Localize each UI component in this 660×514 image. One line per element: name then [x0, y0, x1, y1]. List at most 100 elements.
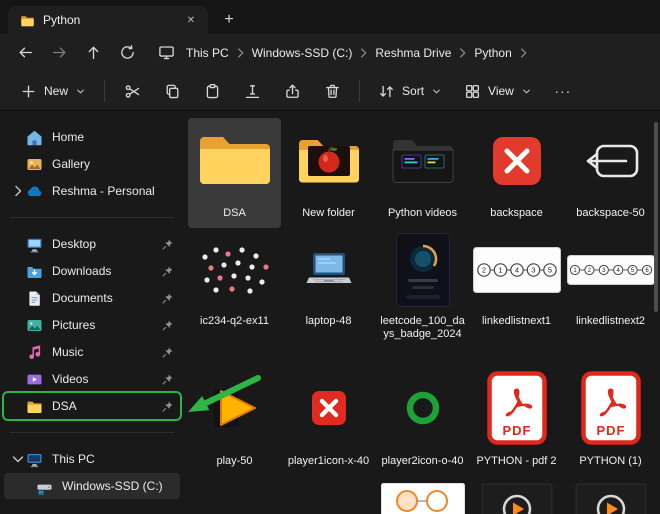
up-button[interactable] [76, 38, 110, 68]
sidebar-item-label: Desktop [52, 237, 161, 251]
chevron-right-icon[interactable] [234, 46, 247, 59]
file-label: backspace [490, 207, 543, 220]
paste-button[interactable] [193, 75, 231, 107]
sidebar-item-documents[interactable]: Documents [4, 285, 180, 311]
file-thumbnail-video-thumb [470, 478, 563, 514]
sidebar-item-desktop[interactable]: Desktop [4, 231, 180, 257]
new-button[interactable]: New [10, 75, 96, 107]
refresh-button[interactable] [110, 38, 144, 68]
file-item[interactable] [564, 478, 657, 514]
this-pc-icon [26, 451, 43, 468]
sidebar-item-pictures[interactable]: Pictures [4, 312, 180, 338]
pin-icon [161, 238, 174, 251]
file-item[interactable]: play-50 [188, 364, 281, 478]
downloads-icon [26, 263, 43, 280]
titlebar: Python ✕ + [0, 0, 660, 34]
cut-button[interactable] [113, 75, 151, 107]
file-item[interactable]: backspace-50 [564, 118, 657, 228]
new-tab-button[interactable]: + [216, 8, 242, 32]
file-item[interactable]: backspace [470, 118, 563, 228]
file-label: Python videos [388, 207, 457, 220]
file-thumbnail-video-thumb [564, 478, 657, 514]
chevron-slot [10, 129, 26, 145]
breadcrumb[interactable]: This PC Windows-SSD (C:) Reshma Drive Pytho… [150, 38, 652, 68]
file-thumbnail-linkedlist-1: 21435 [470, 228, 563, 312]
file-item[interactable]: 123456linkedlistnext2 [564, 228, 657, 364]
file-item[interactable]: DSA [188, 118, 281, 228]
sidebar-item-music[interactable]: Music [4, 339, 180, 365]
file-label: PYTHON (1) [579, 455, 641, 468]
sidebar-item-downloads[interactable]: Downloads [4, 258, 180, 284]
file-thumbnail-backspace-red [470, 118, 563, 204]
more-options-button[interactable]: ··· [544, 75, 582, 107]
plus-icon [20, 83, 37, 100]
share-button[interactable] [273, 75, 311, 107]
file-label: New folder [302, 207, 355, 220]
copy-icon [164, 83, 181, 100]
view-button[interactable]: View [454, 75, 542, 107]
copy-button[interactable] [153, 75, 191, 107]
delete-button[interactable] [313, 75, 351, 107]
scrollbar-thumb[interactable] [654, 122, 658, 312]
file-item[interactable]: New folder [282, 118, 375, 228]
breadcrumb-item[interactable]: This PC [181, 43, 234, 63]
back-icon [17, 44, 34, 61]
chevron-right-icon[interactable] [517, 46, 530, 59]
file-item[interactable]: PDFPYTHON (1) [564, 364, 657, 478]
sidebar-item-this-pc[interactable]: This PC [4, 446, 180, 472]
toolbar-divider [359, 80, 360, 102]
chevron-slot [10, 398, 26, 414]
file-label: backspace-50 [576, 207, 645, 220]
chevron-slot [20, 478, 36, 494]
sidebar-item-dsa[interactable]: DSA [4, 393, 180, 419]
tab-python[interactable]: Python ✕ [8, 6, 208, 34]
file-item[interactable]: player1icon-x-40 [282, 364, 375, 478]
sidebar-item-onedrive-personal[interactable]: Reshma - Personal [4, 178, 180, 204]
file-item[interactable]: 21435linkedlistnext1 [470, 228, 563, 364]
sidebar-item-label: This PC [52, 452, 174, 466]
pin-icon [161, 346, 174, 359]
breadcrumb-item[interactable]: Reshma Drive [370, 43, 456, 63]
breadcrumb-item[interactable]: Python [469, 43, 516, 63]
breadcrumb-item[interactable]: Windows-SSD (C:) [247, 43, 358, 63]
chevron-right-icon[interactable] [10, 183, 26, 199]
forward-icon [51, 44, 68, 61]
file-thumbnail-backspace-outline [564, 118, 657, 204]
chevron-slot [10, 371, 26, 387]
sidebar-item-gallery[interactable]: Gallery [4, 151, 180, 177]
rename-button[interactable] [233, 75, 271, 107]
chevron-right-icon[interactable] [456, 46, 469, 59]
file-item[interactable]: PDFPYTHON - pdf 2 [470, 364, 563, 478]
home-icon [26, 129, 43, 146]
sidebar-item-label: Documents [52, 291, 161, 305]
file-item[interactable] [376, 478, 469, 514]
file-item[interactable] [470, 478, 563, 514]
pin-icon [161, 373, 174, 386]
chevron-slot [10, 344, 26, 360]
chevron-down-icon[interactable] [10, 451, 26, 467]
chevron-right-icon[interactable] [357, 46, 370, 59]
file-explorer-window: Python ✕ + This PC Windows-SSD (C:) Reshma… [0, 0, 660, 514]
pin-icon [161, 319, 174, 332]
sidebar-item-label: DSA [52, 399, 161, 413]
file-item[interactable]: leetcode_100_days_badge_2024 [376, 228, 469, 364]
file-item[interactable]: laptop-48 [282, 228, 375, 364]
pin-icon [161, 292, 174, 305]
tab-close-icon[interactable]: ✕ [182, 11, 200, 29]
folder-icon [20, 13, 35, 28]
svg-text:4: 4 [514, 266, 518, 275]
forward-button[interactable] [42, 38, 76, 68]
pin-icon [161, 400, 174, 413]
back-button[interactable] [8, 38, 42, 68]
sidebar-item-home[interactable]: Home [4, 124, 180, 150]
file-item[interactable]: Python videos [376, 118, 469, 228]
svg-text:PDF: PDF [502, 423, 531, 438]
sidebar-item-videos[interactable]: Videos [4, 366, 180, 392]
command-bar: New Sort View ··· [0, 71, 660, 111]
file-item[interactable]: player2icon-o-40 [376, 364, 469, 478]
file-thumbnail-folder-dark [376, 118, 469, 204]
sidebar-item-windows-ssd[interactable]: Windows-SSD (C:) [4, 473, 180, 499]
file-item[interactable]: ic234-q2-ex11 [188, 228, 281, 364]
sort-button[interactable]: Sort [368, 75, 452, 107]
pin-icon [161, 265, 174, 278]
